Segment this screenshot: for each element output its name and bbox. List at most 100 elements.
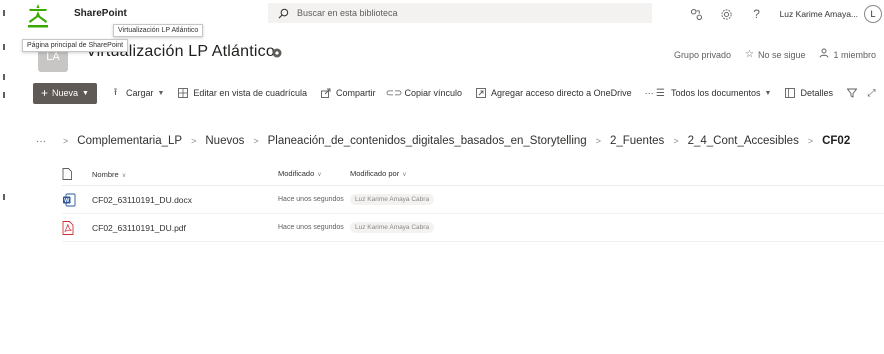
breadcrumb-item[interactable]: 2_4_Cont_Accesibles	[688, 135, 799, 147]
chevron-right-icon: >	[191, 136, 197, 146]
modified-by-column-header[interactable]: Modificado por ∨	[350, 169, 550, 178]
rail-mark	[3, 10, 5, 16]
person-icon	[819, 48, 829, 61]
site-tooltip: Virtualización LP Atlántico	[113, 24, 204, 37]
settings-icon[interactable]	[720, 7, 734, 21]
link-icon: ⊂⊃	[385, 87, 403, 99]
word-icon: W	[62, 193, 86, 207]
table-row[interactable]: CF02_63110191_DU.pdf Hace unos segundos …	[62, 214, 884, 242]
list-header: Nombre ∨ Modificado ∨ Modificado por ∨	[62, 162, 884, 186]
members-button[interactable]: 1 miembro	[819, 48, 876, 61]
share-link-icon	[320, 88, 331, 99]
onedrive-label: Agregar acceso directo a OneDrive	[491, 88, 632, 98]
search-input[interactable]: Buscar en esta biblioteca	[268, 3, 652, 23]
breadcrumb-overflow-button[interactable]: ···	[36, 136, 46, 147]
copy-link-button[interactable]: ⊂⊃ Copiar vínculo	[385, 87, 463, 99]
details-icon	[784, 88, 795, 99]
rail-mark	[3, 194, 5, 200]
breadcrumb-item[interactable]: Planeación_de_contenidos_digitales_basad…	[268, 135, 587, 147]
name-column-header[interactable]: Nombre ∨	[86, 169, 278, 179]
copy-link-label: Copiar vínculo	[404, 88, 463, 98]
chevron-down-icon: ▼	[82, 89, 89, 97]
view-selector[interactable]: ☰ Todos los documentos ▼	[655, 87, 772, 99]
grid-edit-button[interactable]: Editar en vista de cuadrícula	[177, 88, 307, 99]
breadcrumb-item[interactable]: Nuevos	[205, 135, 244, 147]
chevron-down-icon: ▼	[764, 89, 772, 97]
sharepoint-logo-icon[interactable]	[26, 3, 50, 29]
chevron-right-icon: >	[595, 136, 601, 146]
person-pill[interactable]: Luz Karime Amaya Cabra	[350, 222, 435, 233]
file-list: Nombre ∨ Modificado ∨ Modificado por ∨ W CF…	[62, 162, 884, 242]
file-name[interactable]: CF02_63110191_DU.pdf	[86, 223, 278, 233]
new-button[interactable]: + Nueva ▼	[33, 82, 97, 104]
upload-button[interactable]: ⭱ Cargar ▼	[110, 86, 165, 99]
upload-label: Cargar	[125, 88, 154, 98]
plus-icon: +	[41, 86, 49, 100]
star-icon: ☆	[744, 49, 754, 60]
left-rail	[0, 0, 12, 354]
modified-by-cell: Luz Karime Amaya Cabra	[350, 222, 550, 233]
svg-text:W: W	[64, 198, 70, 204]
follow-label: No se sigue	[757, 49, 806, 60]
breadcrumb-item[interactable]: 2_Fuentes	[610, 135, 664, 147]
file-type-header[interactable]	[62, 167, 86, 180]
new-label: Nueva	[52, 88, 79, 98]
chevron-down-icon: ∨	[121, 172, 127, 179]
name-header-label: Nombre	[92, 169, 119, 179]
chevron-down-icon: ▼	[157, 89, 165, 97]
view-label: Todos los documentos	[670, 88, 761, 98]
grid-icon	[177, 88, 188, 99]
modified-cell: Hace unos segundos	[278, 224, 344, 231]
members-label: 1 miembro	[833, 49, 876, 60]
privacy-label: Grupo privado	[674, 50, 731, 60]
expand-icon: ⤢	[867, 87, 876, 99]
chevron-down-icon: ∨	[402, 172, 407, 178]
file-name[interactable]: CF02_63110191_DU.docx	[86, 195, 278, 205]
filter-button[interactable]	[846, 88, 862, 99]
rail-mark	[3, 74, 5, 80]
modified-by-cell: Luz Karime Amaya Cabra	[350, 194, 550, 205]
filter-icon	[846, 88, 857, 99]
command-bar: + Nueva ▼ ⭱ Cargar ▼ Editar en vista de …	[24, 80, 884, 106]
breadcrumb-current: CF02	[822, 135, 851, 147]
doc-icon	[62, 167, 72, 180]
avatar[interactable]: L	[864, 5, 882, 23]
share-label: Compartir	[336, 88, 376, 98]
expand-button[interactable]: ⤢	[866, 88, 882, 99]
chevron-right-icon: >	[253, 136, 259, 146]
share-icon[interactable]	[690, 7, 704, 21]
onedrive-shortcut-button[interactable]: Agregar acceso directo a OneDrive	[475, 88, 632, 99]
app-name[interactable]: SharePoint	[74, 8, 127, 19]
help-icon[interactable]: ?	[750, 7, 764, 21]
user-name[interactable]: Luz Karime Amaya...	[780, 9, 858, 19]
modified-by-header-label: Modificado por	[350, 169, 400, 178]
chevron-right-icon: >	[807, 136, 814, 146]
site-settings-icon[interactable]	[271, 47, 283, 59]
onedrive-icon	[475, 88, 486, 99]
follow-button[interactable]: ☆ No se sigue	[745, 49, 806, 60]
list-view-icon: ☰	[656, 87, 665, 99]
rail-mark	[3, 44, 5, 50]
modified-cell: Hace unos segundos	[278, 196, 344, 203]
chevron-down-icon: ∨	[317, 172, 322, 178]
rail-mark	[3, 92, 5, 98]
pdf-icon	[62, 220, 86, 235]
share-button[interactable]: Compartir	[320, 88, 376, 99]
upload-icon: ⭱	[113, 86, 118, 98]
grid-edit-label: Editar en vista de cuadrícula	[193, 88, 307, 98]
chevron-right-icon: >	[63, 136, 69, 146]
modified-header-label: Modificado	[278, 169, 315, 178]
breadcrumb-item[interactable]: Complementaria_LP	[77, 135, 182, 147]
home-tooltip: Página principal de SharePoint	[22, 39, 129, 52]
table-row[interactable]: W CF02_63110191_DU.docx Hace unos segund…	[62, 186, 884, 214]
breadcrumb: ··· > Complementaria_LP > Nuevos > Plane…	[36, 135, 850, 147]
person-pill[interactable]: Luz Karime Amaya Cabra	[350, 194, 435, 205]
search-placeholder: Buscar en esta biblioteca	[297, 8, 398, 18]
search-icon	[278, 8, 289, 18]
modified-column-header[interactable]: Modificado ∨	[278, 169, 350, 178]
privacy-text: Grupo privado	[673, 49, 731, 60]
details-label: Detalles	[800, 88, 833, 98]
chevron-right-icon: >	[673, 136, 679, 146]
details-button[interactable]: Detalles	[784, 88, 833, 99]
site-meta: Grupo privado ☆ No se sigue 1 miembro	[660, 48, 876, 61]
